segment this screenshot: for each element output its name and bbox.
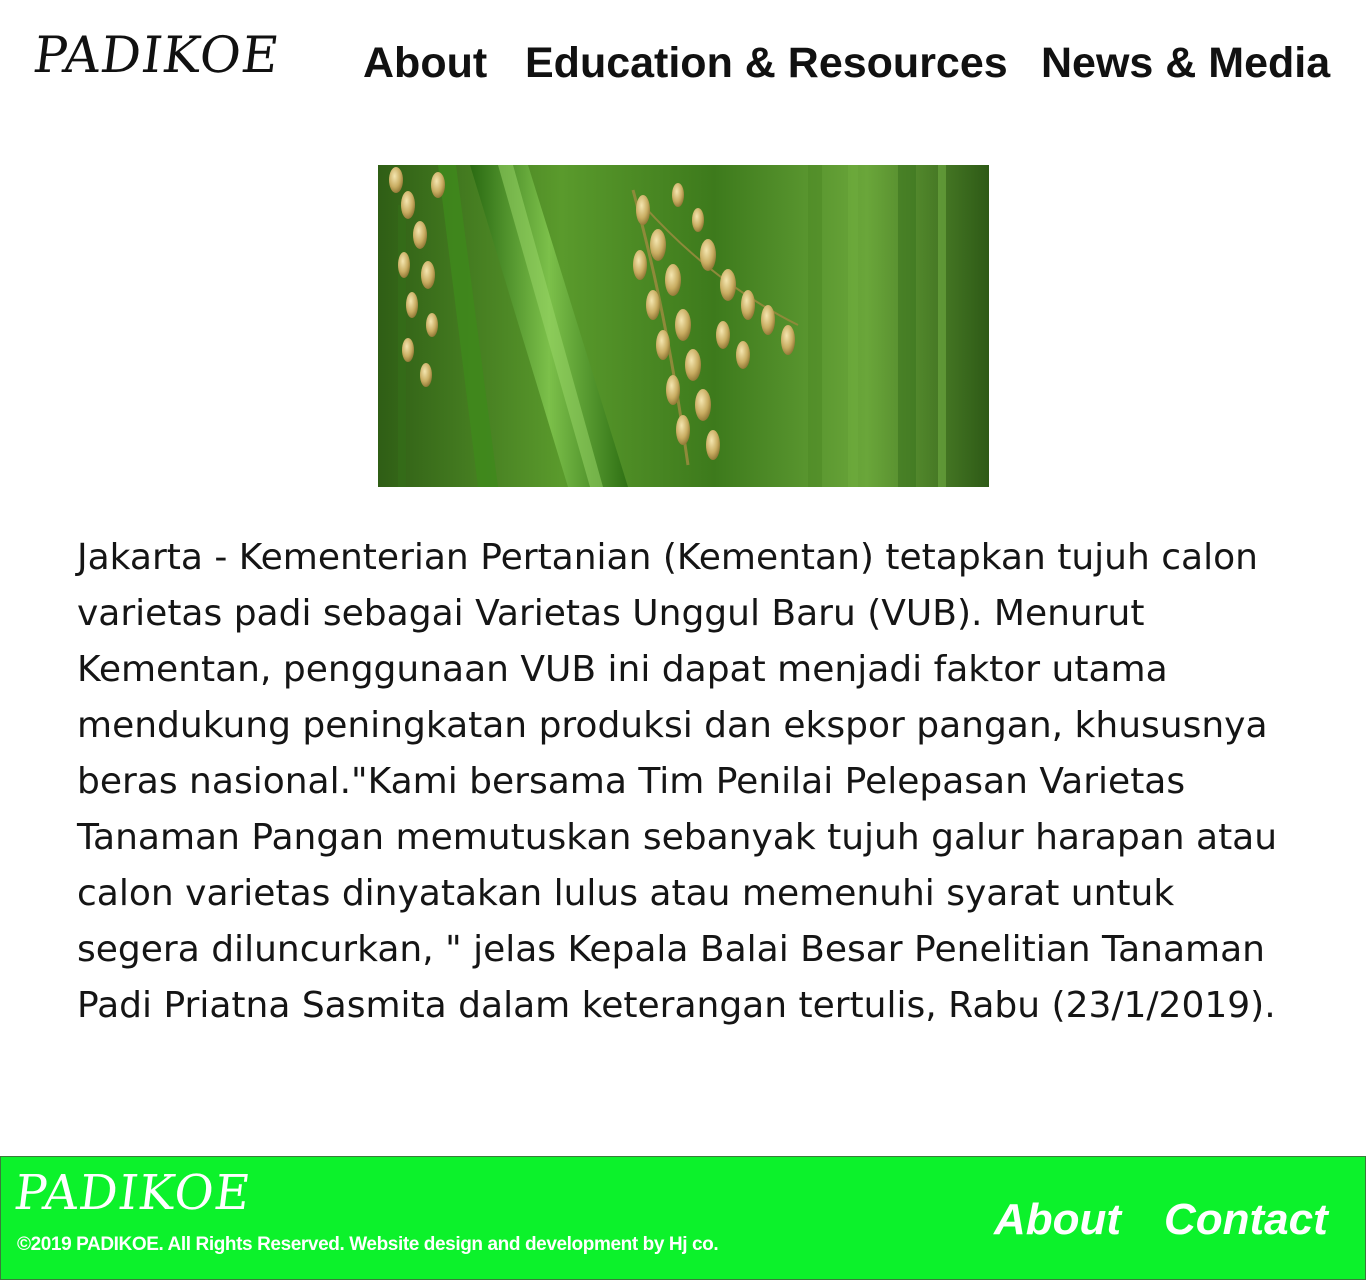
footer-about-link[interactable]: About (994, 1195, 1121, 1245)
footer-logo[interactable]: PADIKOE (13, 1165, 253, 1221)
nav-news-media-link[interactable]: News & Media (1041, 38, 1330, 88)
site-footer: PADIKOE ©2019 PADIKOE. All Rights Reserv… (0, 1156, 1366, 1280)
main-nav: About Education & Resources News & Media (0, 38, 1366, 88)
nav-about-link[interactable]: About (363, 38, 487, 88)
article-body: Jakarta - Kementerian Pertanian (Kementa… (77, 537, 1278, 1026)
footer-contact-link[interactable]: Contact (1164, 1195, 1328, 1245)
hero-image (378, 165, 989, 487)
rice-plant-photo (378, 165, 989, 487)
footer-copyright: ©2019 PADIKOE. All Rights Reserved. Webs… (17, 1234, 719, 1255)
site-header: PADIKOE About Education & Resources News… (0, 0, 1366, 130)
nav-education-resources-link[interactable]: Education & Resources (525, 38, 1008, 88)
